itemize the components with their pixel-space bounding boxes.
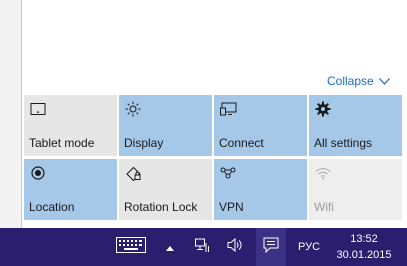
tile-label: Tablet mode (29, 136, 95, 150)
clock-time: 13:52 (350, 233, 378, 245)
show-hidden-icons-button[interactable] (160, 228, 180, 266)
tile-tablet-mode[interactable]: Tablet mode (24, 95, 117, 156)
connect-icon (219, 100, 237, 118)
language-indicator[interactable]: РУС (292, 228, 326, 266)
network-icon (195, 237, 211, 258)
clock-date: 30.01.2015 (336, 249, 392, 261)
network-button[interactable] (190, 228, 216, 266)
location-icon (29, 164, 47, 182)
touch-keyboard-icon (116, 236, 146, 258)
collapse-button[interactable]: Collapse (327, 74, 390, 88)
vpn-icon (219, 164, 237, 182)
tile-label: VPN (219, 200, 244, 214)
chevron-up-icon (166, 238, 174, 256)
tile-label: All settings (314, 136, 373, 150)
tile-location[interactable]: Location (24, 159, 117, 220)
panel-border (0, 0, 22, 228)
tile-label: Wifi (314, 200, 334, 214)
quick-actions-grid: Tablet mode Display Connect All settings… (24, 95, 407, 221)
action-center-panel: Collapse Tablet mode Display Connect All… (0, 0, 407, 228)
gear-icon (314, 100, 332, 118)
wifi-icon (314, 164, 332, 182)
tile-label: Location (29, 200, 75, 214)
tile-display[interactable]: Display (119, 95, 212, 156)
action-center-button[interactable] (256, 228, 286, 266)
tile-connect[interactable]: Connect (214, 95, 307, 156)
tile-vpn[interactable]: VPN (214, 159, 307, 220)
tile-all-settings[interactable]: All settings (309, 95, 402, 156)
chevron-down-icon (378, 77, 390, 85)
volume-icon (227, 237, 243, 257)
tile-wifi[interactable]: Wifi (309, 159, 402, 220)
rotation-lock-icon (124, 164, 142, 182)
tile-label: Rotation Lock (124, 200, 198, 214)
tile-label: Connect (219, 136, 264, 150)
taskbar: РУС 13:52 30.01.2015 (0, 228, 407, 266)
tile-rotation-lock[interactable]: Rotation Lock (119, 159, 212, 220)
display-brightness-icon (124, 100, 142, 118)
action-center-icon (263, 237, 279, 258)
language-label: РУС (297, 241, 321, 253)
collapse-label: Collapse (327, 74, 374, 88)
tablet-mode-icon (29, 100, 47, 118)
touch-keyboard-button[interactable] (108, 228, 154, 266)
tile-label: Display (124, 136, 164, 150)
volume-button[interactable] (222, 228, 248, 266)
clock[interactable]: 13:52 30.01.2015 (334, 231, 394, 265)
